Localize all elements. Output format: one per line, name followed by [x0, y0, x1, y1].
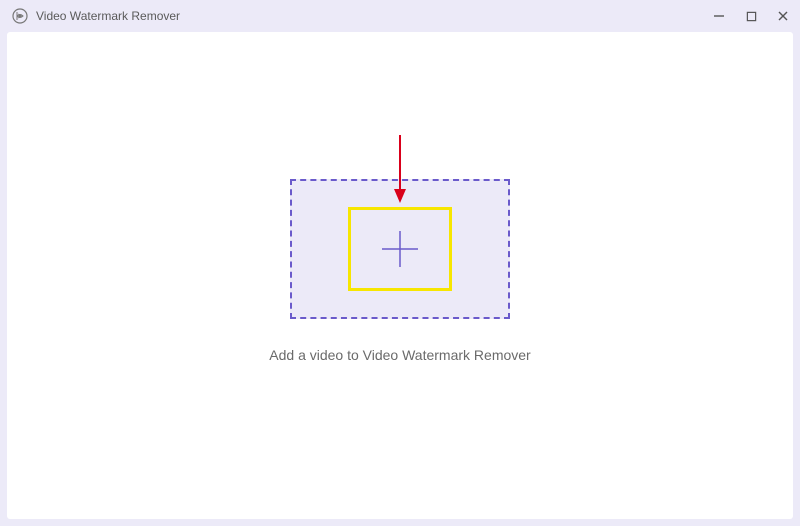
content-area: Add a video to Video Watermark Remover — [7, 32, 793, 519]
minimize-button[interactable] — [712, 9, 726, 23]
maximize-button[interactable] — [744, 9, 758, 23]
app-window: Video Watermark Remover — [0, 0, 800, 526]
app-title: Video Watermark Remover — [36, 9, 180, 23]
app-logo-icon — [12, 8, 28, 24]
close-button[interactable] — [776, 9, 790, 23]
titlebar: Video Watermark Remover — [0, 0, 800, 32]
arrow-annotation-icon — [390, 133, 410, 210]
window-controls — [712, 9, 790, 23]
instruction-text: Add a video to Video Watermark Remover — [269, 347, 530, 363]
highlight-annotation — [348, 207, 452, 291]
plus-icon — [379, 228, 421, 270]
center-wrap: Add a video to Video Watermark Remover — [269, 179, 530, 363]
add-video-dropzone[interactable] — [290, 179, 510, 319]
titlebar-left: Video Watermark Remover — [12, 8, 180, 24]
